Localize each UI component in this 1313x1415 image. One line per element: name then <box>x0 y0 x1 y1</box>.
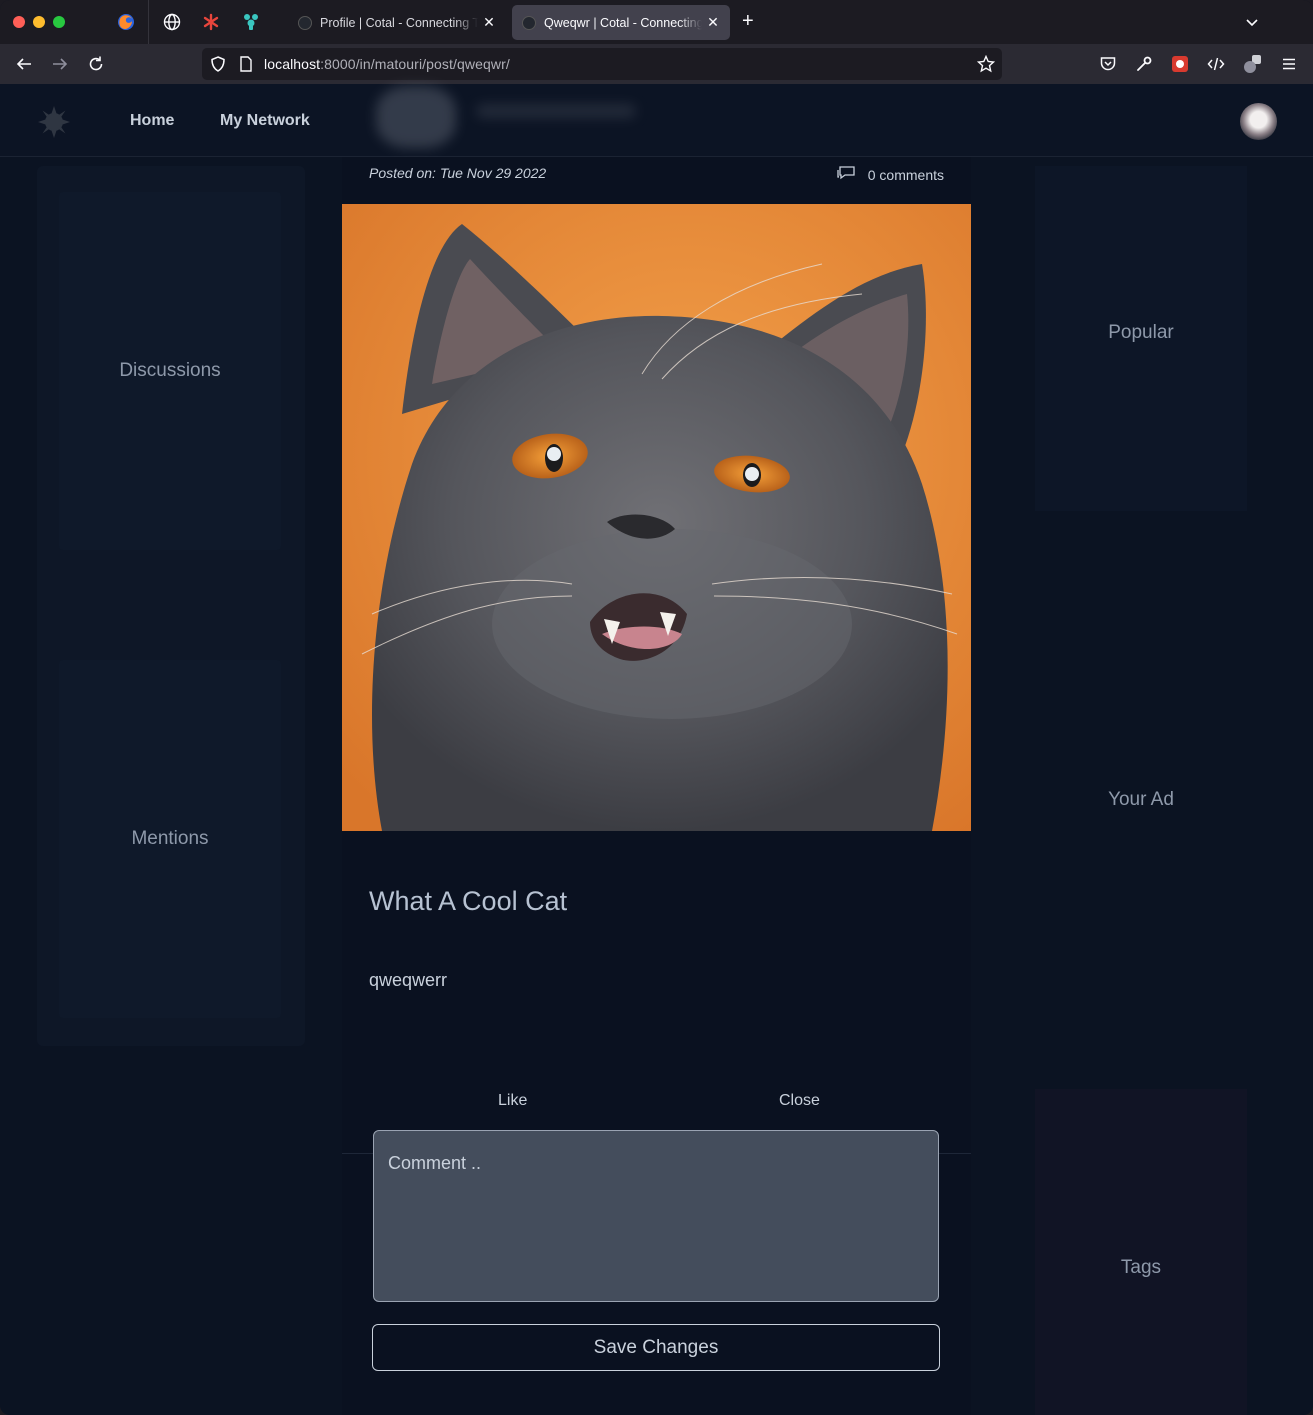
post-title: What A Cool Cat <box>369 886 568 916</box>
tags-label: Tags <box>1120 1257 1162 1278</box>
globe-icon[interactable] <box>162 12 182 32</box>
mentions-panel: Mentions <box>59 660 281 1018</box>
close-icon[interactable]: ✕ <box>706 14 720 31</box>
tab-separator <box>148 0 149 44</box>
extension-icon[interactable] <box>1170 54 1190 74</box>
site-logo-icon[interactable] <box>37 105 71 139</box>
url-bar[interactable]: localhost:8000/in/matouri/post/qweqwr/ <box>202 48 1002 80</box>
discussions-panel: Discussions <box>59 192 281 550</box>
page-icon[interactable] <box>238 55 254 78</box>
ad-label: Your Ad <box>1108 789 1174 810</box>
tab-title: Profile | Cotal - Connecting Talent <box>320 15 478 30</box>
url-host: localhost <box>264 56 321 72</box>
forward-icon[interactable] <box>50 54 70 74</box>
blurred-avatar <box>376 86 456 148</box>
discussions-label: Discussions <box>119 360 221 381</box>
blurred-name <box>476 104 636 118</box>
browser-window: Profile | Cotal - Connecting Talent ✕ Qw… <box>0 0 1313 1415</box>
zoom-window-button[interactable] <box>53 16 65 28</box>
reload-icon[interactable] <box>86 54 106 74</box>
firefox-icon[interactable] <box>116 12 136 32</box>
left-sidebar: Discussions Mentions <box>37 166 305 1046</box>
post-image <box>342 204 971 831</box>
post-card: Posted on: Tue Nov 29 2022 0 comments Wh… <box>342 157 971 1415</box>
popular-label: Popular <box>1108 322 1174 343</box>
comments-count-text: 0 comments <box>867 166 944 183</box>
comment-bubble-icon <box>836 165 856 184</box>
puzzle-app-icon[interactable] <box>241 12 261 32</box>
site-navbar: Home My Network <box>0 84 1313 157</box>
tab-strip: Profile | Cotal - Connecting Talent ✕ Qw… <box>0 0 1313 44</box>
comment-input[interactable] <box>373 1130 939 1302</box>
asterisk-app-icon[interactable] <box>201 12 221 32</box>
site-favicon-icon <box>522 15 536 30</box>
minimize-window-button[interactable] <box>33 16 45 28</box>
chevron-down-icon[interactable] <box>1244 14 1260 35</box>
mentions-label: Mentions <box>131 828 209 849</box>
posted-on-date: Posted on: Tue Nov 29 2022 <box>369 165 547 181</box>
save-changes-button[interactable]: Save Changes <box>372 1324 940 1371</box>
blurred-profile-header <box>368 84 668 152</box>
tab-qweqwr[interactable]: Qweqwr | Cotal - Connecting Talent ✕ <box>512 5 730 40</box>
close-window-button[interactable] <box>13 16 25 28</box>
profile-switch-icon[interactable] <box>1243 54 1263 74</box>
shield-icon[interactable] <box>209 55 227 78</box>
new-tab-button[interactable]: + <box>742 11 754 31</box>
like-button[interactable]: Like <box>498 1092 527 1110</box>
nav-home-link[interactable]: Home <box>130 112 174 130</box>
back-icon[interactable] <box>14 54 34 74</box>
ad-panel: Your Ad <box>1035 624 1247 974</box>
menu-icon[interactable] <box>1279 54 1299 74</box>
close-button[interactable]: Close <box>779 1092 820 1110</box>
tags-panel: Tags <box>1035 1089 1247 1415</box>
tab-title: Qweqwr | Cotal - Connecting Talent <box>544 15 702 30</box>
pocket-icon[interactable] <box>1098 54 1118 74</box>
page-content: Home My Network Discussions Mentions Pop… <box>0 84 1313 1415</box>
user-avatar[interactable] <box>1240 103 1277 140</box>
bookmark-star-icon[interactable] <box>976 54 996 78</box>
nav-toolbar: localhost:8000/in/matouri/post/qweqwr/ <box>0 44 1313 84</box>
close-icon[interactable]: ✕ <box>482 14 496 31</box>
url-text[interactable]: localhost:8000/in/matouri/post/qweqwr/ <box>264 56 510 72</box>
spinner-icon <box>298 15 312 30</box>
devtools-icon[interactable] <box>1206 54 1226 74</box>
nav-my-network-link[interactable]: My Network <box>220 112 310 130</box>
comments-count[interactable]: 0 comments <box>836 165 944 184</box>
tab-profile[interactable]: Profile | Cotal - Connecting Talent ✕ <box>288 5 506 40</box>
wrench-icon[interactable] <box>1134 54 1154 74</box>
post-body: qweqwerr <box>369 970 448 990</box>
url-path: :8000/in/matouri/post/qweqwr/ <box>320 56 510 72</box>
popular-panel: Popular <box>1035 166 1247 511</box>
